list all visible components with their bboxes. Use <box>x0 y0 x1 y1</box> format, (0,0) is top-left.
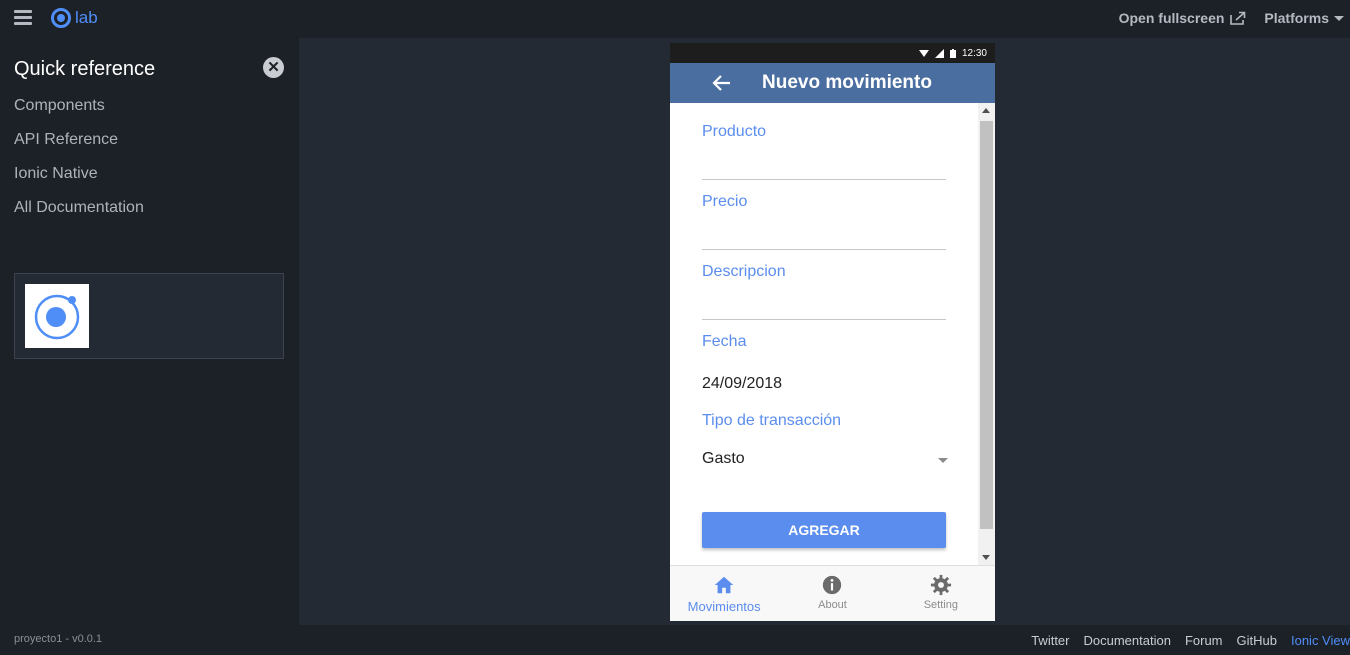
producto-label: Producto <box>702 123 767 140</box>
logo-text: lab <box>75 8 98 27</box>
scrollbar[interactable] <box>978 103 995 565</box>
scroll-up-arrow-icon[interactable] <box>982 108 990 113</box>
footer-bar: proyecto1 - v0.0.1 Twitter Documentation… <box>0 625 1350 655</box>
agregar-button[interactable]: AGREGAR <box>702 512 946 548</box>
sidebar-link-ionic-native[interactable]: Ionic Native <box>14 164 144 198</box>
sidebar-link-all-documentation[interactable]: All Documentation <box>14 198 144 232</box>
open-fullscreen-label: Open fullscreen <box>1118 10 1225 26</box>
fecha-field[interactable]: Fecha 24/09/2018 <box>702 333 946 393</box>
signal-icon <box>934 48 944 58</box>
device-preview: 12:30 Nuevo movimiento Producto Precio D… <box>670 43 995 621</box>
status-bar: 12:30 <box>670 43 995 63</box>
tab-about-label: About <box>818 599 847 611</box>
footer-link-github[interactable]: GitHub <box>1237 633 1277 648</box>
form-content: Producto Precio Descripcion Fecha 24/09/… <box>670 103 995 565</box>
open-fullscreen-button[interactable]: Open fullscreen <box>1119 10 1247 26</box>
top-bar: lab Open fullscreen Platforms <box>0 0 1350 38</box>
footer-link-twitter[interactable]: Twitter <box>1031 633 1069 648</box>
hamburger-menu-icon[interactable] <box>14 10 32 26</box>
descripcion-field[interactable]: Descripcion <box>702 263 946 320</box>
status-time: 12:30 <box>961 47 987 59</box>
tab-movimientos[interactable]: Movimientos <box>670 566 778 621</box>
dropdown-arrow-icon[interactable] <box>938 458 948 463</box>
sidebar-link-api-reference[interactable]: API Reference <box>14 130 144 164</box>
chevron-down-icon <box>1334 15 1344 21</box>
platforms-label: Platforms <box>1264 10 1329 26</box>
ionic-lab-logo[interactable]: lab <box>51 8 98 28</box>
ionic-logo-icon <box>34 294 80 340</box>
external-link-icon <box>1230 11 1246 25</box>
home-icon <box>714 576 734 594</box>
tipo-transaccion-label: Tipo de transacción <box>702 412 842 429</box>
precio-input-underline <box>702 249 946 250</box>
tab-setting-label: Setting <box>923 599 958 611</box>
descripcion-label: Descripcion <box>702 263 786 280</box>
app-toolbar: Nuevo movimiento <box>670 63 995 103</box>
page-title: Nuevo movimiento <box>762 72 932 93</box>
fecha-label: Fecha <box>702 333 747 350</box>
producto-input-underline <box>702 179 946 180</box>
wifi-icon <box>918 49 929 57</box>
scrollbar-thumb[interactable] <box>980 121 993 529</box>
gear-icon <box>930 574 951 596</box>
battery-icon <box>949 48 956 58</box>
ionic-logo-icon <box>51 8 71 28</box>
info-icon <box>823 575 842 595</box>
footer-link-forum[interactable]: Forum <box>1185 633 1223 648</box>
footer-link-documentation[interactable]: Documentation <box>1084 633 1171 648</box>
precio-field[interactable]: Precio <box>702 193 946 250</box>
quick-reference-sidebar: Quick reference ✕ Components API Referen… <box>0 38 299 625</box>
descripcion-input-underline <box>702 319 946 320</box>
tipo-transaccion-select[interactable]: Gasto <box>702 450 946 468</box>
precio-label: Precio <box>702 193 748 210</box>
producto-field[interactable]: Producto <box>702 123 946 180</box>
tab-setting[interactable]: Setting <box>887 566 995 621</box>
scroll-down-arrow-icon[interactable] <box>982 555 990 560</box>
platforms-dropdown[interactable]: Platforms <box>1264 10 1344 26</box>
tab-bar: Movimientos About Setting <box>670 565 995 621</box>
fecha-value[interactable]: 24/09/2018 <box>702 375 946 393</box>
quick-reference-title: Quick reference <box>14 58 156 80</box>
sidebar-link-components[interactable]: Components <box>14 96 144 130</box>
app-version: proyecto1 - v0.0.1 <box>14 633 103 645</box>
ionic-logo-image <box>25 284 89 348</box>
close-icon[interactable]: ✕ <box>263 57 284 78</box>
back-arrow-icon[interactable] <box>710 71 734 95</box>
tipo-transaccion-field[interactable]: Tipo de transacción Gasto <box>702 412 948 468</box>
tab-movimientos-label: Movimientos <box>687 599 761 614</box>
ionic-promo-card[interactable] <box>14 273 284 359</box>
tab-about[interactable]: About <box>778 566 886 621</box>
footer-link-ionic-view[interactable]: Ionic View <box>1291 633 1350 648</box>
